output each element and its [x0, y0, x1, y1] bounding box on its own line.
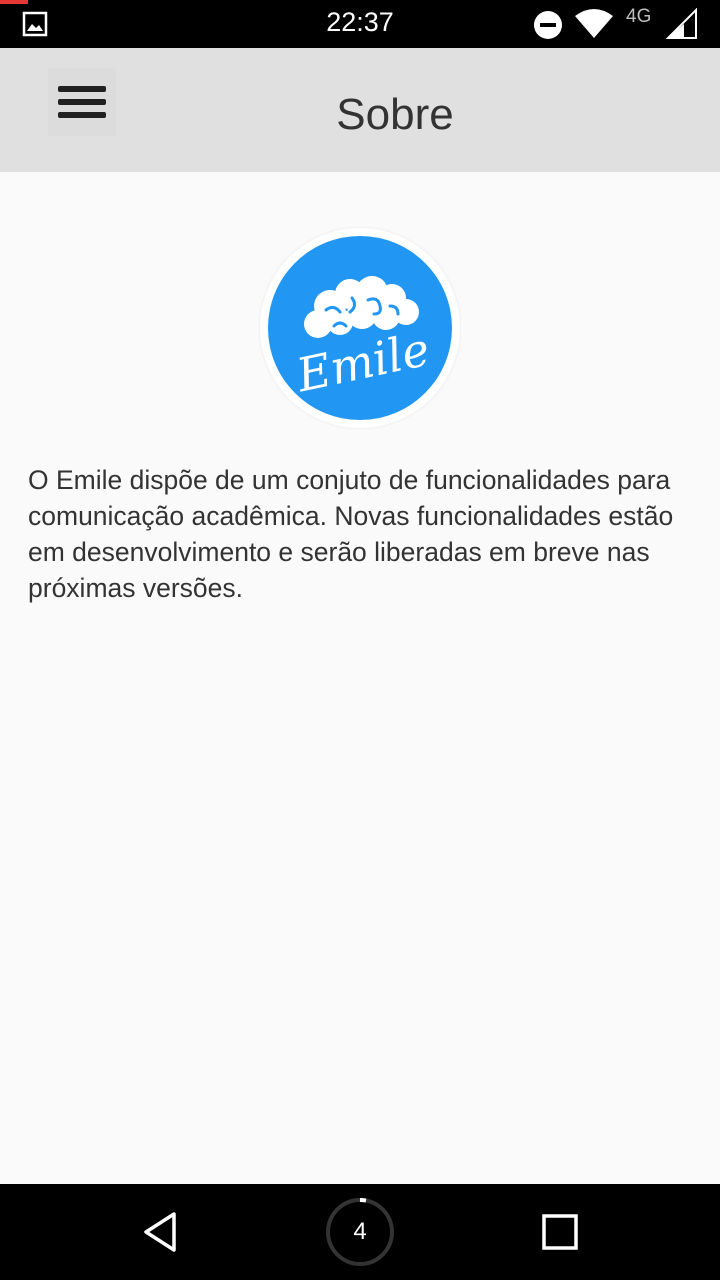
home-badge: 4 [353, 1218, 367, 1245]
emile-logo-icon: Emile [268, 236, 452, 420]
status-bar: 22:37 4G [0, 0, 720, 48]
do-not-disturb-icon [534, 11, 562, 39]
app-bar: Sobre [0, 48, 720, 172]
network-type-label: 4G [626, 6, 652, 27]
cell-signal-icon [665, 8, 697, 39]
back-icon[interactable] [138, 1210, 182, 1254]
app-logo: Emile [260, 228, 460, 428]
home-button[interactable]: 4 [324, 1196, 396, 1268]
page-title: Sobre [336, 90, 454, 139]
navigation-bar: 4 [0, 1184, 720, 1280]
recents-icon[interactable] [538, 1210, 582, 1254]
about-description: O Emile dispõe de um conjuto de funciona… [28, 465, 674, 603]
wifi-icon [575, 9, 613, 38]
notification-indicator [0, 0, 28, 4]
